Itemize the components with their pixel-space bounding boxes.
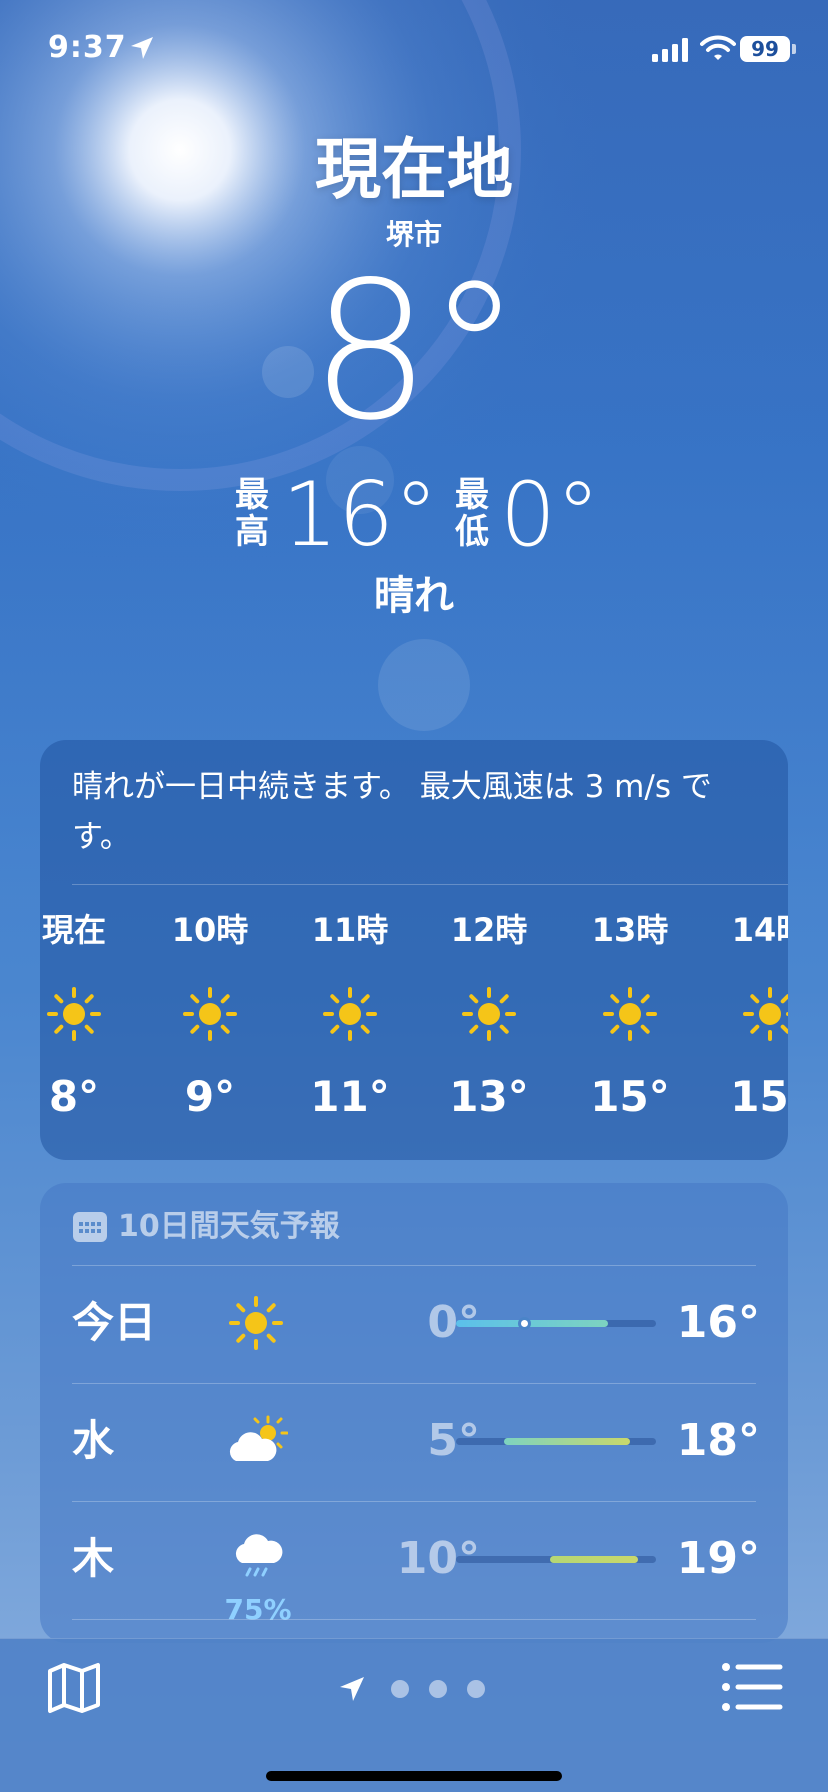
day-high-temp: 19° [676,1533,760,1584]
hourly-forecast-card[interactable]: 晴れが一日中続きます。 最大風速は 3 m/s です。 現在 8° 10時 9°… [40,740,788,1160]
hour-time: 13時 [591,911,669,949]
hour-time: 14時 [731,911,788,949]
hour-temp: 15° [590,1072,670,1121]
high-label: 最高 [235,475,269,552]
sun-icon [462,987,516,1041]
hour-time: 11時 [311,911,389,949]
current-temp-marker [518,1317,531,1330]
bottom-toolbar [0,1638,828,1792]
status-time: 9:37 [48,30,127,65]
temperature-range-bar [456,1438,656,1445]
hour-item[interactable]: 12時 13° [429,910,549,1122]
daily-divider [72,1619,756,1620]
location-arrow-icon [131,37,153,59]
hour-temp: 15° [730,1072,788,1121]
map-icon[interactable] [44,1657,104,1717]
high-temperature: 16° [282,463,438,566]
low-label: 最低 [455,475,489,552]
sun-icon [323,987,377,1041]
forecast-summary: 晴れが一日中続きます。 最大風速は 3 m/s です。 [72,769,712,855]
daily-forecast-title: 10日間天気予報 [118,1209,340,1244]
condition-text: 晴れ [374,573,454,619]
high-low-row: 最高 16° 最低 0° [0,465,828,565]
rain-cloud-icon [235,1534,283,1577]
hour-time: 10時 [171,911,249,949]
status-bar: 9:37 99 [0,0,828,100]
hour-temp: 11° [310,1072,390,1121]
daily-forecast-card[interactable]: 10日間天気予報 今日 0° 16° 水 5° 18° 木 75% 10° 19… [40,1183,788,1643]
battery-level: 99 [751,37,779,61]
hour-item[interactable]: 11時 11° [290,910,410,1122]
hour-item[interactable]: 10時 9° [150,910,270,1122]
daily-row[interactable]: 今日 0° 16° [40,1265,788,1383]
cellular-signal-icon [652,38,688,62]
low-temperature: 0° [500,463,600,566]
location-title: 現在地 [315,131,513,208]
day-high-temp: 18° [676,1415,760,1466]
sun-icon [743,987,788,1041]
wifi-icon [700,35,736,60]
hour-item[interactable]: 13時 15° [570,910,690,1122]
day-high-temp: 16° [676,1297,760,1348]
calendar-icon [73,1212,107,1242]
day-name: 今日 [72,1298,157,1347]
list-icon[interactable] [720,1659,784,1715]
sun-icon [47,987,101,1041]
hour-item[interactable]: 現在 8° [40,910,134,1122]
temperature-range-fill [550,1556,638,1563]
temperature-range-fill [456,1320,608,1327]
current-weather-hero: 現在地 堺市 8° [0,125,828,447]
hour-temp: 8° [48,1072,100,1121]
page-indicator[interactable] [336,1671,496,1707]
current-temperature: 8° [310,241,522,462]
precipitation-chance: 75% [224,1593,292,1626]
hour-temp: 9° [184,1072,236,1121]
hour-temp: 13° [449,1072,529,1121]
partly-cloudy-icon [229,1415,288,1461]
hourly-divider [72,884,788,885]
sun-icon [229,1296,283,1350]
hour-time: 現在 [41,911,106,949]
day-name: 木 [72,1534,115,1583]
day-name: 水 [72,1416,115,1465]
battery-indicator: 99 [740,36,790,62]
sun-icon [183,987,237,1041]
home-indicator [266,1771,562,1781]
temperature-range-bar [456,1317,656,1330]
hour-item[interactable]: 14時 15° [710,910,788,1122]
temperature-range-bar [456,1556,656,1563]
sun-icon [603,987,657,1041]
temperature-range-fill [504,1438,630,1445]
daily-row[interactable]: 木 75% 10° 19° [40,1501,788,1625]
battery-nub [792,44,796,54]
location-arrow-icon [340,1677,364,1701]
hour-time: 12時 [450,911,528,949]
daily-row[interactable]: 水 5° 18° [40,1383,788,1501]
